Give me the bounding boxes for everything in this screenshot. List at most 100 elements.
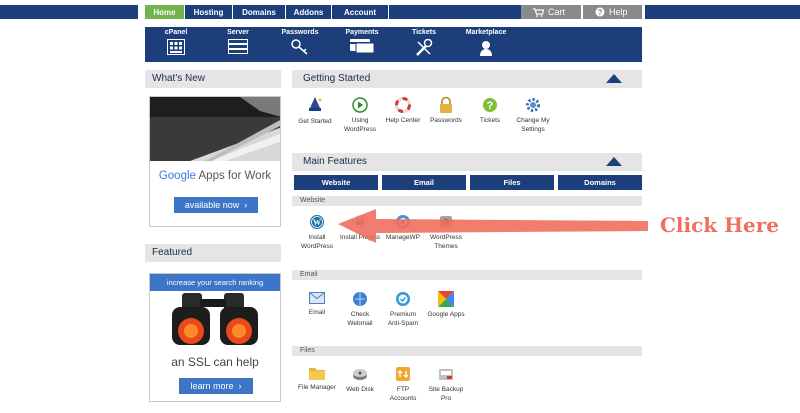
- feature-ftp-accounts[interactable]: FTP Accounts: [381, 366, 425, 403]
- envelope-icon: [309, 292, 325, 304]
- feature-google-apps[interactable]: Google Apps: [424, 291, 468, 319]
- iconbar-payments-label: Payments: [345, 29, 379, 36]
- tab-domains[interactable]: Domains: [558, 175, 642, 190]
- cpanel-grid-icon: [167, 39, 185, 55]
- google-apps-icon: [438, 291, 454, 307]
- change-settings-label: Change My Settings: [516, 117, 550, 133]
- iconbar-cpanel-label: cPanel: [164, 29, 188, 36]
- cart-icon: [533, 7, 544, 17]
- play-icon: [352, 97, 368, 113]
- files-section-heading: Files: [292, 346, 642, 356]
- premium-anti-spam-label: Premium Anti-Spam: [387, 311, 419, 327]
- webmail-icon: [353, 292, 367, 306]
- iconbar-passwords-label: Passwords: [281, 29, 319, 36]
- iconbar-tickets-label: Tickets: [412, 29, 436, 36]
- account-icon-bar: cPanel Server Passwords Payments Tickets…: [145, 27, 642, 62]
- ssl-ad[interactable]: increase your search ranking an SSL can …: [149, 273, 281, 402]
- tab-website[interactable]: Website: [294, 175, 378, 190]
- tickets-label: Tickets: [479, 117, 501, 124]
- apps-for-work-label: Apps for Work: [198, 170, 272, 182]
- chevron-right-icon: ›: [238, 381, 242, 391]
- getting-started-tickets[interactable]: ? Tickets: [468, 97, 512, 125]
- ssl-ad-text: an SSL can help: [171, 355, 259, 369]
- tab-files[interactable]: Files: [470, 175, 554, 190]
- getting-started-get-started[interactable]: Get Started: [293, 97, 337, 126]
- site-backup-pro-label: Site Backup Pro: [428, 386, 464, 402]
- collapse-caret-icon[interactable]: [606, 74, 622, 83]
- utility-separator: [581, 5, 583, 19]
- check-webmail-label: Check Webmail: [347, 311, 373, 327]
- iconbar-payments[interactable]: Payments: [332, 29, 392, 53]
- nav-bar-right-edge: [645, 5, 800, 19]
- nav-tab-account[interactable]: Account: [332, 5, 389, 19]
- email-section-heading: Email: [292, 270, 642, 280]
- lock-icon: [440, 97, 452, 113]
- tab-email[interactable]: Email: [382, 175, 466, 190]
- getting-started-passwords[interactable]: Passwords: [424, 97, 468, 125]
- disk-icon: [353, 369, 367, 380]
- passwords-label: Passwords: [430, 117, 462, 124]
- annotation-arrow: [338, 209, 648, 243]
- backup-icon: [439, 369, 453, 380]
- cart-button[interactable]: Cart: [533, 5, 565, 19]
- feature-premium-anti-spam[interactable]: Premium Anti-Spam: [381, 291, 425, 328]
- main-features-title: Main Features: [303, 156, 367, 167]
- gear-icon: [526, 98, 540, 112]
- nav-tab-hosting[interactable]: Hosting: [185, 5, 233, 19]
- iconbar-marketplace[interactable]: Marketplace: [456, 29, 516, 57]
- getting-started-change-settings[interactable]: Change My Settings: [511, 97, 555, 134]
- iconbar-passwords[interactable]: Passwords: [270, 29, 330, 55]
- getting-started-help-center[interactable]: Help Center: [381, 97, 425, 125]
- google-apps-label: Google Apps: [427, 311, 465, 318]
- svg-text:?: ?: [598, 8, 603, 17]
- iconbar-server[interactable]: Server: [208, 29, 268, 54]
- utility-bar: Cart ? Help: [521, 5, 642, 19]
- email-label: Email: [308, 309, 326, 316]
- using-wordpress-label: Using WordPress: [343, 117, 377, 133]
- google-apps-ad[interactable]: Google Apps for Work available now ›: [149, 96, 281, 227]
- featured-heading: Featured: [145, 244, 281, 262]
- learn-more-button[interactable]: learn more ›: [179, 378, 253, 394]
- feature-site-backup-pro[interactable]: Site Backup Pro: [424, 366, 468, 403]
- question-icon: ?: [483, 98, 497, 112]
- iconbar-marketplace-label: Marketplace: [465, 29, 507, 36]
- nav-tab-home[interactable]: Home: [145, 5, 185, 19]
- wizard-icon: [309, 97, 322, 111]
- feature-web-disk[interactable]: Web Disk: [338, 366, 382, 394]
- help-label: Help: [609, 7, 628, 17]
- iconbar-cpanel[interactable]: cPanel: [146, 29, 206, 55]
- learn-more-label: learn more: [190, 381, 234, 391]
- available-now-label: available now: [184, 200, 240, 210]
- binoculars-image: [172, 293, 258, 345]
- getting-started-heading[interactable]: Getting Started: [292, 70, 642, 88]
- click-here-annotation: Click Here: [660, 213, 779, 237]
- cart-label: Cart: [548, 7, 566, 17]
- file-manager-label: File Manager: [298, 384, 336, 391]
- website-section-heading: Website: [292, 196, 642, 206]
- ftp-accounts-label: FTP Accounts: [389, 386, 417, 402]
- shield-icon: [396, 292, 410, 306]
- tools-icon: [416, 39, 433, 56]
- main-features-heading[interactable]: Main Features: [292, 153, 642, 171]
- help-center-label: Help Center: [385, 117, 421, 124]
- get-started-label: Get Started: [298, 118, 332, 125]
- feature-email[interactable]: Email: [295, 291, 339, 317]
- collapse-caret-icon[interactable]: [606, 157, 622, 166]
- lifebuoy-icon: [395, 97, 411, 113]
- marketplace-icon: [480, 41, 492, 56]
- install-wordpress-label: Install WordPress: [300, 234, 334, 250]
- help-button[interactable]: ? Help: [595, 5, 628, 19]
- available-now-button[interactable]: available now ›: [174, 197, 258, 213]
- getting-started-using-wordpress[interactable]: Using WordPress: [338, 97, 382, 134]
- nav-bar-left-edge: [0, 5, 138, 19]
- feature-check-webmail[interactable]: Check Webmail: [338, 291, 382, 328]
- getting-started-title: Getting Started: [303, 73, 371, 84]
- feature-file-manager[interactable]: File Manager: [295, 366, 339, 392]
- svg-text:W: W: [313, 218, 321, 227]
- nav-tab-domains[interactable]: Domains: [233, 5, 286, 19]
- iconbar-tickets[interactable]: Tickets: [394, 29, 454, 56]
- iconbar-server-label: Server: [227, 29, 249, 36]
- nav-tab-addons[interactable]: Addons: [286, 5, 332, 19]
- wordpress-icon: W: [310, 215, 324, 229]
- credit-card-icon: [350, 39, 374, 53]
